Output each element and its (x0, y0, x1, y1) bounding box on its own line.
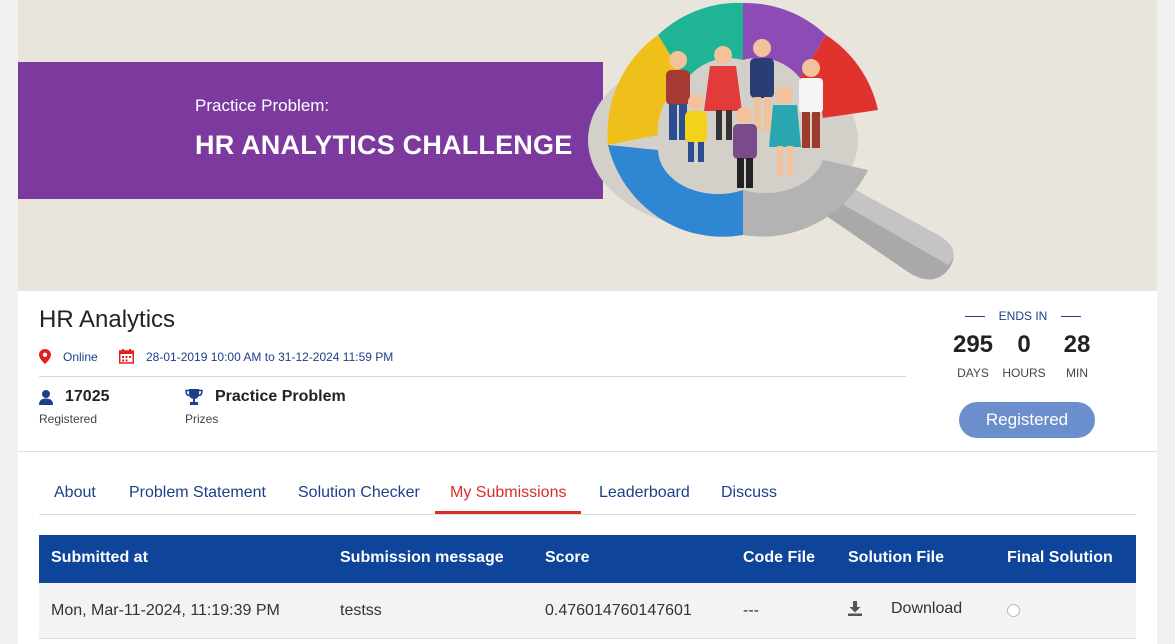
location: Online (39, 349, 98, 364)
ends-in-label: ENDS IN (998, 309, 1048, 323)
prizes-stat: Practice Problem Prizes (185, 388, 346, 426)
date-range-text: 28-01-2019 10:00 AM to 31-12-2024 11:59 … (146, 349, 394, 364)
cell-message: testss (340, 602, 382, 619)
registered-button[interactable]: Registered (959, 402, 1095, 438)
tab-about[interactable]: About (54, 484, 96, 502)
map-pin-icon (39, 349, 51, 364)
location-text: Online (63, 349, 98, 364)
countdown-min: 28 MIN (1052, 331, 1102, 380)
cell-code-file: --- (743, 602, 759, 619)
tab-leaderboard[interactable]: Leaderboard (599, 484, 690, 502)
header-code-file: Code File (743, 549, 816, 566)
final-solution-radio[interactable] (1007, 604, 1020, 617)
tab-problem-statement[interactable]: Problem Statement (129, 484, 266, 502)
days-label: DAYS (957, 366, 989, 380)
date-range: 28-01-2019 10:00 AM to 31-12-2024 11:59 … (119, 349, 393, 364)
countdown-hours: 0 HOURS (999, 331, 1049, 380)
hackathon-info: HR Analytics Online 28-01-2019 10:00 AM … (18, 291, 1157, 452)
header-submission-message: Submission message (340, 549, 504, 566)
registered-label: Registered (39, 412, 98, 426)
tab-bar: About Problem Statement Solution Checker… (39, 472, 1136, 515)
trophy-icon (185, 389, 203, 405)
table-row: Mon, Mar-11-2024, 11:19:39 PM testss 0.4… (39, 583, 1136, 639)
cell-submitted-at: Mon, Mar-11-2024, 11:19:39 PM (51, 602, 280, 619)
min-label: MIN (1066, 366, 1088, 380)
cell-score: 0.476014760147601 (545, 602, 692, 619)
challenge-banner: Practice Problem: HR ANALYTICS CHALLENGE (18, 0, 1157, 291)
active-tab-indicator (435, 511, 581, 514)
registered-stat: 17025 Registered (39, 388, 110, 426)
countdown-heading: ENDS IN (948, 309, 1098, 323)
banner-title: HR ANALYTICS CHALLENGE (195, 130, 573, 160)
banner-subtitle: Practice Problem: (195, 96, 330, 115)
calendar-icon (119, 349, 134, 364)
user-icon (39, 389, 53, 405)
hours-value: 0 (1017, 331, 1031, 358)
tab-my-submissions[interactable]: My Submissions (450, 484, 566, 502)
prize-value: Practice Problem (215, 388, 346, 405)
info-divider (39, 376, 906, 377)
download-icon[interactable] (848, 601, 862, 616)
header-final-solution: Final Solution (1007, 549, 1113, 566)
tab-discuss[interactable]: Discuss (721, 484, 777, 502)
page-container: Practice Problem: HR ANALYTICS CHALLENGE (18, 0, 1157, 644)
prizes-label: Prizes (185, 412, 219, 426)
download-link[interactable]: Download (891, 600, 962, 618)
header-score: Score (545, 549, 590, 566)
registered-count: 17025 (65, 388, 110, 405)
tab-solution-checker[interactable]: Solution Checker (298, 484, 420, 502)
hours-label: HOURS (1002, 366, 1046, 380)
countdown-days: 295 DAYS (946, 331, 1000, 380)
submissions-table-header: Submitted at Submission message Score Co… (39, 535, 1136, 583)
min-value: 28 (1063, 331, 1091, 358)
page-title: HR Analytics (39, 306, 176, 333)
header-solution-file: Solution File (848, 549, 944, 566)
header-submitted-at: Submitted at (51, 549, 148, 566)
hr-analytics-illustration (588, 2, 954, 280)
days-value: 295 (952, 331, 994, 358)
countdown: ENDS IN (948, 309, 1098, 323)
